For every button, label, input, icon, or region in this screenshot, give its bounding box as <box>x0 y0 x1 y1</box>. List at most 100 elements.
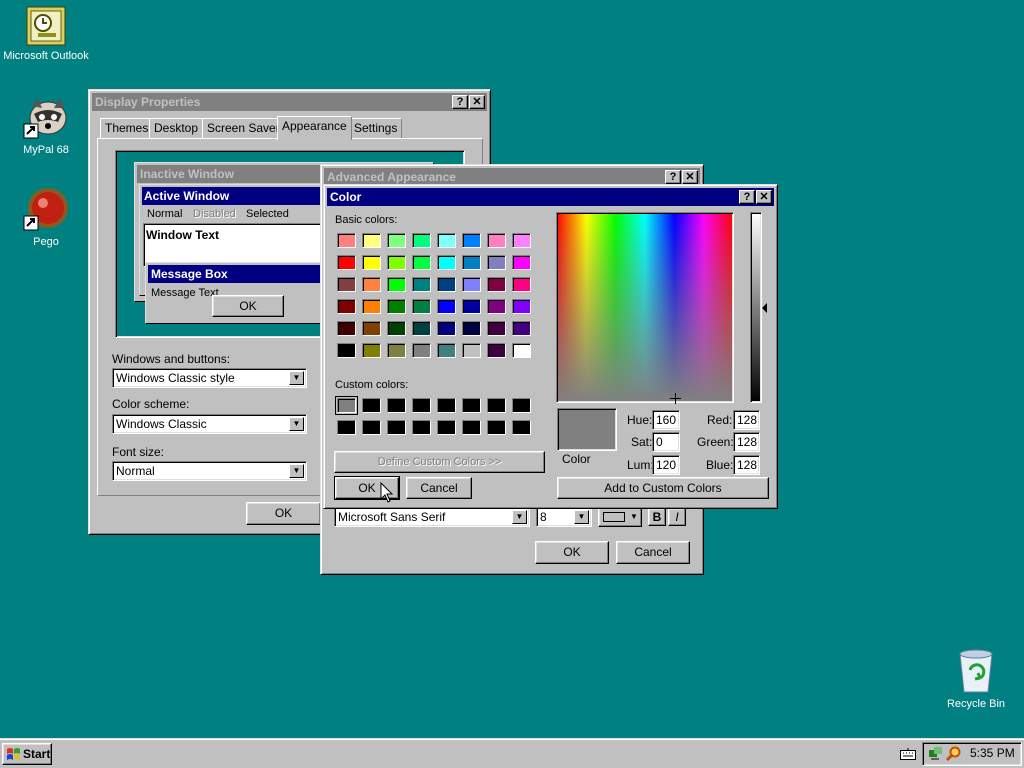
close-button[interactable]: ✕ <box>469 95 485 109</box>
size-select[interactable]: 8 ▼ <box>536 507 592 527</box>
color-swatch[interactable] <box>337 277 356 292</box>
add-to-custom-colors-button[interactable]: Add to Custom Colors <box>557 477 769 499</box>
color-swatch[interactable] <box>387 299 406 314</box>
color-swatch[interactable] <box>512 233 531 248</box>
color-swatch[interactable] <box>462 255 481 270</box>
color-swatch[interactable] <box>437 398 456 413</box>
color-swatch[interactable] <box>462 277 481 292</box>
color-swatch[interactable] <box>512 277 531 292</box>
color-swatch[interactable] <box>462 420 481 435</box>
tab-appearance[interactable]: Appearance <box>277 116 352 140</box>
color-swatch[interactable] <box>462 299 481 314</box>
desktop-icon-pego[interactable]: Pego <box>0 186 94 248</box>
color-swatch[interactable] <box>487 398 506 413</box>
color-swatch[interactable] <box>487 277 506 292</box>
luminance-slider[interactable] <box>750 212 762 403</box>
tab-themes[interactable]: Themes <box>100 118 154 138</box>
color-swatch[interactable] <box>387 277 406 292</box>
color-scheme-select[interactable]: Windows Classic ▼ <box>112 414 307 434</box>
color-swatch[interactable] <box>512 398 531 413</box>
advanced-ok-button[interactable]: OK <box>535 541 609 564</box>
search-icon[interactable] <box>946 746 962 762</box>
chevron-down-icon[interactable]: ▼ <box>574 510 589 524</box>
color-swatch[interactable] <box>335 396 358 415</box>
font-size-select[interactable]: Normal ▼ <box>112 461 307 481</box>
chevron-down-icon[interactable]: ▼ <box>289 464 304 478</box>
color-swatch[interactable] <box>412 321 431 336</box>
close-button[interactable]: ✕ <box>756 190 772 204</box>
color-swatch[interactable] <box>462 321 481 336</box>
color-swatch[interactable] <box>437 277 456 292</box>
color-swatch[interactable] <box>362 255 381 270</box>
luminance-arrow-icon[interactable] <box>762 303 767 313</box>
close-button[interactable]: ✕ <box>682 170 698 184</box>
font-select[interactable]: Microsoft Sans Serif ▼ <box>334 507 530 527</box>
windows-buttons-select[interactable]: Windows Classic style ▼ <box>112 368 307 388</box>
color-dialog-titlebar[interactable]: Color ? ✕ <box>327 188 774 206</box>
color-swatch[interactable] <box>512 343 531 358</box>
chevron-down-icon[interactable]: ▼ <box>289 417 304 431</box>
color-swatch[interactable] <box>512 321 531 336</box>
color-swatch[interactable] <box>337 343 356 358</box>
desktop-icon-outlook[interactable]: Microsoft Outlook <box>0 6 94 62</box>
color-swatch[interactable] <box>487 299 506 314</box>
color-swatch[interactable] <box>337 299 356 314</box>
display-properties-titlebar[interactable]: Display Properties ? ✕ <box>92 93 487 111</box>
color-swatch[interactable] <box>437 233 456 248</box>
tab-screen-saver[interactable]: Screen Saver <box>202 118 285 138</box>
color-swatch[interactable] <box>512 255 531 270</box>
bold-button[interactable]: B <box>648 508 666 526</box>
hue-input[interactable]: 160 <box>652 410 680 430</box>
color-swatch[interactable] <box>362 277 381 292</box>
color-spectrum[interactable] <box>556 212 734 404</box>
keyboard-icon[interactable] <box>900 748 916 760</box>
color-swatch[interactable] <box>462 398 481 413</box>
define-custom-colors-button[interactable]: Define Custom Colors >> <box>334 451 545 473</box>
red-input[interactable]: 128 <box>733 410 760 430</box>
color-swatch[interactable] <box>437 299 456 314</box>
color-swatch[interactable] <box>512 299 531 314</box>
color-swatch[interactable] <box>387 321 406 336</box>
color-swatch[interactable] <box>337 233 356 248</box>
color-cancel-button[interactable]: Cancel <box>406 477 472 499</box>
color-swatch[interactable] <box>487 420 506 435</box>
color-swatch[interactable] <box>412 277 431 292</box>
start-button[interactable]: Start <box>2 743 52 765</box>
color-swatch[interactable] <box>437 343 456 358</box>
desktop-icon-mypal[interactable]: MyPal 68 <box>0 96 94 156</box>
color-swatch[interactable] <box>362 233 381 248</box>
color-swatch[interactable] <box>412 343 431 358</box>
chevron-down-icon[interactable]: ▼ <box>289 371 304 385</box>
display-ok-button[interactable]: OK <box>246 502 321 525</box>
color-swatch[interactable] <box>487 321 506 336</box>
advanced-cancel-button[interactable]: Cancel <box>616 541 690 564</box>
tab-settings[interactable]: Settings <box>349 118 403 138</box>
help-button[interactable]: ? <box>452 95 468 109</box>
color-swatch[interactable] <box>412 398 431 413</box>
color-swatch[interactable] <box>412 420 431 435</box>
color-swatch[interactable] <box>387 420 406 435</box>
green-input[interactable]: 128 <box>733 432 760 452</box>
color-swatch[interactable] <box>337 420 356 435</box>
color-swatch[interactable] <box>437 321 456 336</box>
color-swatch[interactable] <box>462 343 481 358</box>
color-swatch[interactable] <box>437 255 456 270</box>
lum-input[interactable]: 120 <box>652 455 680 475</box>
color-swatch[interactable] <box>462 233 481 248</box>
color-swatch[interactable] <box>487 255 506 270</box>
sat-input[interactable]: 0 <box>652 432 680 452</box>
color-swatch[interactable] <box>437 420 456 435</box>
color-swatch[interactable] <box>387 343 406 358</box>
color-swatch[interactable] <box>387 255 406 270</box>
color-swatch[interactable] <box>412 255 431 270</box>
help-button[interactable]: ? <box>739 190 755 204</box>
color-swatch[interactable] <box>412 233 431 248</box>
blue-input[interactable]: 128 <box>733 455 760 475</box>
color-swatch[interactable] <box>512 420 531 435</box>
italic-button[interactable]: I <box>668 508 686 526</box>
network-icon[interactable] <box>928 746 944 762</box>
color-swatch[interactable] <box>337 321 356 336</box>
color-swatch[interactable] <box>362 398 381 413</box>
font-color-button[interactable]: ▼ <box>598 507 642 527</box>
chevron-down-icon[interactable]: ▼ <box>512 510 527 524</box>
